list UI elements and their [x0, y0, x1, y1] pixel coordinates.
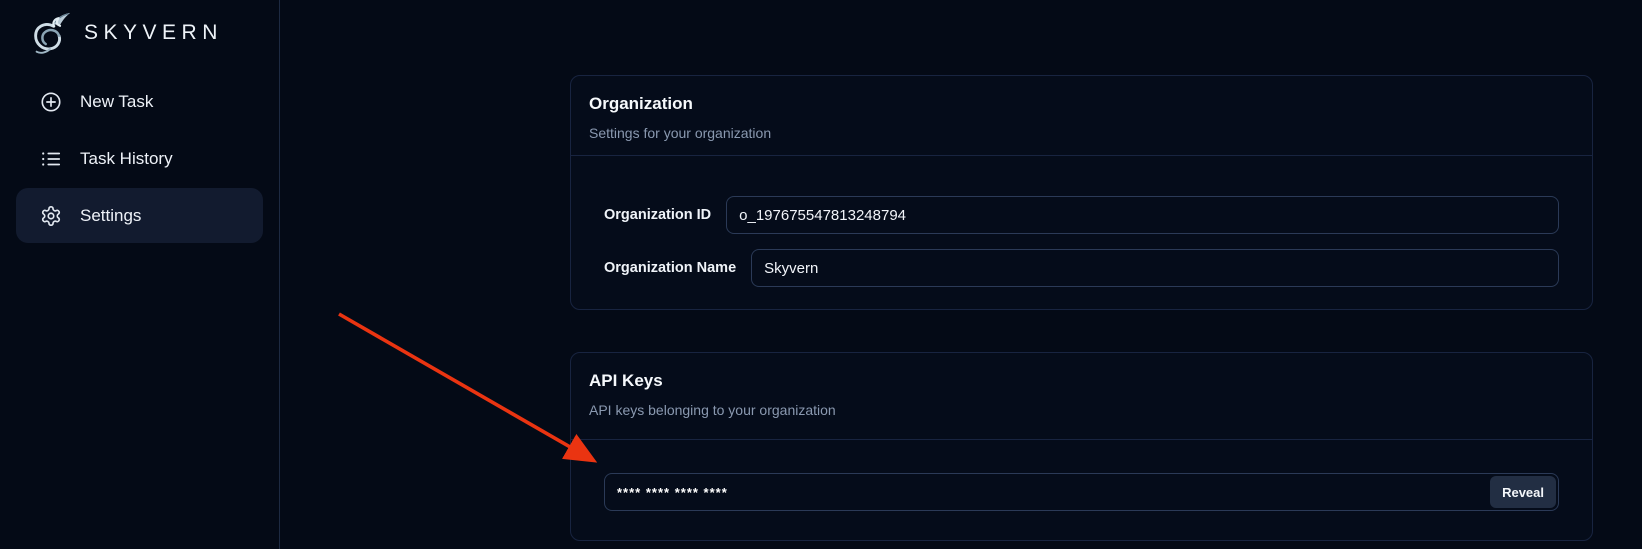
sidebar-nav: New Task Task History Settings — [0, 74, 279, 243]
api-key-masked-input[interactable] — [617, 485, 1267, 500]
sidebar-item-label: Task History — [80, 149, 173, 169]
organization-id-label: Organization ID — [604, 207, 711, 223]
organization-card: Organization Settings for your organizat… — [570, 75, 1593, 310]
settings-page: Organization Settings for your organizat… — [570, 75, 1593, 541]
organization-name-input[interactable] — [751, 249, 1559, 287]
sidebar-item-label: Settings — [80, 206, 141, 226]
brand-logo[interactable]: SKYVERN — [0, 0, 279, 58]
sidebar-item-task-history[interactable]: Task History — [16, 131, 263, 186]
organization-card-header: Organization Settings for your organizat… — [571, 76, 1592, 155]
organization-card-title: Organization — [589, 93, 1574, 115]
api-keys-card-title: API Keys — [589, 370, 1574, 392]
organization-card-content: Organization ID Organization Name — [571, 156, 1592, 309]
organization-name-row: Organization Name — [604, 249, 1559, 287]
gear-icon — [40, 205, 62, 227]
list-icon — [40, 148, 62, 170]
plus-circle-icon — [40, 91, 62, 113]
sidebar-item-label: New Task — [80, 92, 153, 112]
skyvern-dragon-logo-icon — [27, 10, 73, 56]
organization-id-input[interactable] — [726, 196, 1559, 234]
organization-card-subtitle: Settings for your organization — [589, 125, 1574, 141]
api-keys-card-content: Reveal — [571, 440, 1592, 540]
sidebar-item-settings[interactable]: Settings — [16, 188, 263, 243]
organization-name-label: Organization Name — [604, 260, 736, 276]
brand-name: SKYVERN — [84, 21, 223, 45]
sidebar: SKYVERN New Task Task History Settings — [0, 0, 280, 549]
sidebar-item-new-task[interactable]: New Task — [16, 74, 263, 129]
api-keys-card-header: API Keys API keys belonging to your orga… — [571, 353, 1592, 439]
api-keys-card-subtitle: API keys belonging to your organization — [589, 402, 1574, 418]
reveal-button[interactable]: Reveal — [1490, 476, 1556, 508]
organization-id-row: Organization ID — [604, 196, 1559, 234]
api-key-field: Reveal — [604, 473, 1559, 511]
api-keys-card: API Keys API keys belonging to your orga… — [570, 352, 1593, 541]
